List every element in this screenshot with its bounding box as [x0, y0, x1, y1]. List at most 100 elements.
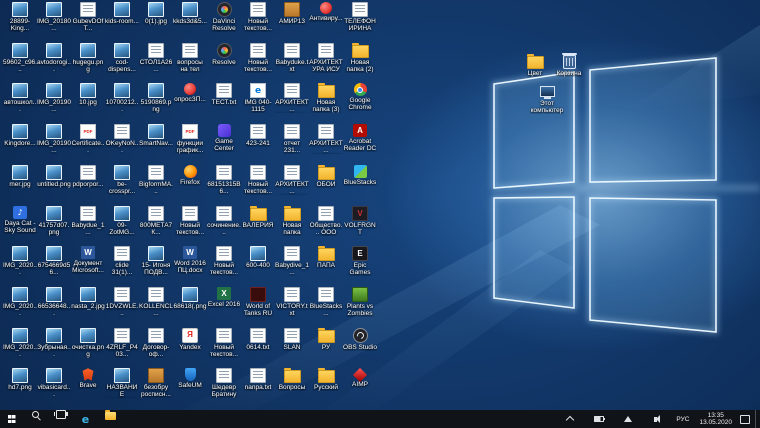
desktop-icon[interactable]: SLAN	[275, 327, 309, 351]
desktop-icon[interactable]: автошкол...	[3, 83, 37, 113]
desktop-icon[interactable]: Новый текстов...	[241, 164, 275, 195]
desktop-icon[interactable]: ТЕЛЕФОН ИРИНА	[343, 2, 377, 32]
desktop-icon[interactable]: 10.jpg	[71, 83, 105, 106]
desktop-icon[interactable]: АРХИТЕКТУРА ИСУ ОБЛ...	[309, 42, 343, 73]
desktop-icon[interactable]: KOLLENCL...	[139, 286, 173, 317]
desktop-icon[interactable]: Новый текстов...	[241, 42, 275, 73]
desktop-icon[interactable]: OKeyNoN...	[105, 124, 139, 154]
desktop-icon[interactable]: Babydue_1...	[71, 205, 105, 236]
desktop-icon[interactable]: cod-dispens...	[105, 42, 139, 73]
edge-button[interactable]	[73, 410, 98, 428]
desktop-icon[interactable]: Yandex	[173, 327, 207, 351]
desktop-icon[interactable]: 09-ZotMG...	[105, 205, 139, 236]
desktop-icon[interactable]: 0614.txt	[241, 327, 275, 351]
desktop-icon[interactable]: kids-room...	[105, 2, 139, 25]
desktop-icon[interactable]: Корзина	[552, 53, 586, 77]
desktop-icon[interactable]: 6754669d56...	[37, 246, 71, 276]
wifi-button[interactable]	[615, 410, 640, 428]
desktop-icon[interactable]: hd7.png	[3, 368, 37, 391]
desktop-icon[interactable]: Вопросы	[275, 368, 309, 391]
desktop-icon[interactable]: nanpa.txt	[241, 368, 275, 391]
desktop-icon[interactable]: ОБОИ	[309, 164, 343, 188]
desktop-icon[interactable]: 41757d07.png	[37, 205, 71, 236]
desktop-icon[interactable]: 15- Игоня ПОДВ...	[139, 246, 173, 276]
desktop-icon[interactable]: Новая папка	[275, 205, 309, 236]
action-center-button[interactable]	[739, 410, 751, 428]
desktop-icon[interactable]: be-crosspr...	[105, 164, 139, 195]
desktop-icon[interactable]: World of Tanks RU	[241, 286, 275, 317]
desktop-icon[interactable]: IMG_2020...	[3, 286, 37, 317]
desktop-icon[interactable]: 0(1).jpg	[139, 2, 173, 25]
language-indicator[interactable]: РУС	[673, 416, 692, 423]
desktop-icon[interactable]: АМИР13	[275, 2, 309, 25]
start-button[interactable]	[0, 410, 23, 428]
desktop-icon[interactable]: IMG_20180...	[37, 2, 71, 32]
desktop-icon[interactable]: Certificate...	[71, 124, 105, 154]
desktop-icon[interactable]: hugegu.png	[71, 42, 105, 73]
desktop-icon[interactable]: mer.jpg	[3, 164, 37, 188]
desktop-icon[interactable]: НАЗВАНИЕ РОССИЯ.jpg	[105, 368, 139, 398]
search-button[interactable]	[23, 410, 48, 420]
desktop-icon[interactable]: IMG_20190...	[37, 83, 71, 113]
desktop-icon[interactable]: очистка.png	[71, 327, 105, 358]
desktop-icon[interactable]: nasta_2.jpg	[71, 286, 105, 310]
task-view-button[interactable]	[48, 410, 73, 419]
desktop-icon[interactable]: Шедевр Братину	[207, 368, 241, 398]
desktop-icon[interactable]: GubevDOfT...	[71, 2, 105, 32]
desktop-icon[interactable]: 66536648...	[37, 286, 71, 317]
desktop-icon[interactable]: vibasicard...	[37, 368, 71, 398]
desktop-icon[interactable]: untitled.png	[37, 164, 71, 188]
desktop-icon[interactable]: Новая папка (3)	[309, 83, 343, 113]
desktop-icon[interactable]: 1DVZWLE...	[105, 286, 139, 317]
desktop-icon[interactable]: вопросы на тел джин	[173, 42, 207, 73]
desktop-icon[interactable]: OBS Studio	[343, 327, 377, 351]
desktop-icon[interactable]: Антивиру...	[309, 2, 343, 22]
desktop-icon[interactable]: отчет 231...	[275, 124, 309, 154]
desktop-icon[interactable]: 4ZRLF_P403...	[105, 327, 139, 358]
desktop-icon[interactable]: Этот компьютер	[530, 86, 564, 114]
desktop-icon[interactable]: pdporpor...	[71, 164, 105, 188]
desktop-icon[interactable]: IMG_20190...	[37, 124, 71, 154]
desktop-icon[interactable]: VOLFRGNT	[343, 205, 377, 236]
desktop-icon[interactable]: ПАПА	[309, 246, 343, 269]
desktop-icon[interactable]: Game Center	[207, 124, 241, 152]
desktop-icon[interactable]: Цвет	[518, 54, 552, 77]
desktop-icon[interactable]: BlueStacks...	[309, 286, 343, 317]
desktop-icon[interactable]: безобру росписн...	[139, 368, 173, 398]
desktop-icon[interactable]: сочинение...	[207, 205, 241, 236]
desktop-icon[interactable]: Новый текстов...	[173, 205, 207, 236]
desktop-icon[interactable]: VICTORY.txt	[275, 286, 309, 317]
desktop-icon[interactable]: СТОЛ1А26...	[139, 42, 173, 73]
desktop-icon[interactable]: Google Chrome	[343, 83, 377, 111]
desktop-icon[interactable]: IMG 040-1115	[241, 83, 275, 113]
desktop-icon[interactable]: 800МЕТА7К...	[139, 205, 173, 236]
desktop-icon[interactable]: Общество... ООО НПТ...	[309, 205, 343, 236]
desktop-icon[interactable]: IMG_2020...	[3, 327, 37, 358]
desktop-icon[interactable]: Новый текстов...	[207, 327, 241, 358]
desktop-icon[interactable]: Договор-оф...	[139, 327, 173, 358]
desktop-icon[interactable]: ТЕСТ.txt	[207, 83, 241, 106]
desktop-icon[interactable]: 10700212...	[105, 83, 139, 113]
chevron-up-button[interactable]	[557, 410, 582, 428]
desktop-icon[interactable]: 59602_c96...	[3, 42, 37, 73]
desktop-icon[interactable]: Daya Cat - Sky Sound 3	[3, 205, 37, 234]
desktop-icon[interactable]: DaVinci Resolve Pro...	[207, 2, 241, 32]
clock[interactable]: 13:35 13.05.2020	[696, 412, 735, 427]
desktop-icon[interactable]: Babyduke.txt	[275, 42, 309, 73]
desktop-icon[interactable]: AIMP	[343, 368, 377, 388]
desktop-icon[interactable]: 423-241	[241, 124, 275, 147]
desktop-icon[interactable]: ВАЛЕРИЯ	[241, 205, 275, 229]
desktop-icon[interactable]: Plants vs Zombies	[343, 286, 377, 317]
desktop-icon[interactable]: Word 2016 ПЦ.docx	[173, 246, 207, 274]
desktop-icon[interactable]: Kingdore...	[3, 124, 37, 147]
desktop-icon[interactable]: Новая папка (2)	[343, 42, 377, 73]
show-desktop-button[interactable]	[755, 410, 760, 428]
desktop-icon[interactable]: SmartNav...	[139, 124, 173, 147]
desktop-icon[interactable]: BlueStacks	[343, 164, 377, 186]
desktop-icon[interactable]: Acrobat Reader DC	[343, 124, 377, 152]
desktop-icon[interactable]: 600-400	[241, 246, 275, 269]
battery-button[interactable]	[586, 410, 611, 428]
desktop-icon[interactable]: Excel 2016	[207, 286, 241, 308]
volume-button[interactable]	[644, 410, 669, 428]
desktop-icon[interactable]: Firefox	[173, 164, 207, 186]
